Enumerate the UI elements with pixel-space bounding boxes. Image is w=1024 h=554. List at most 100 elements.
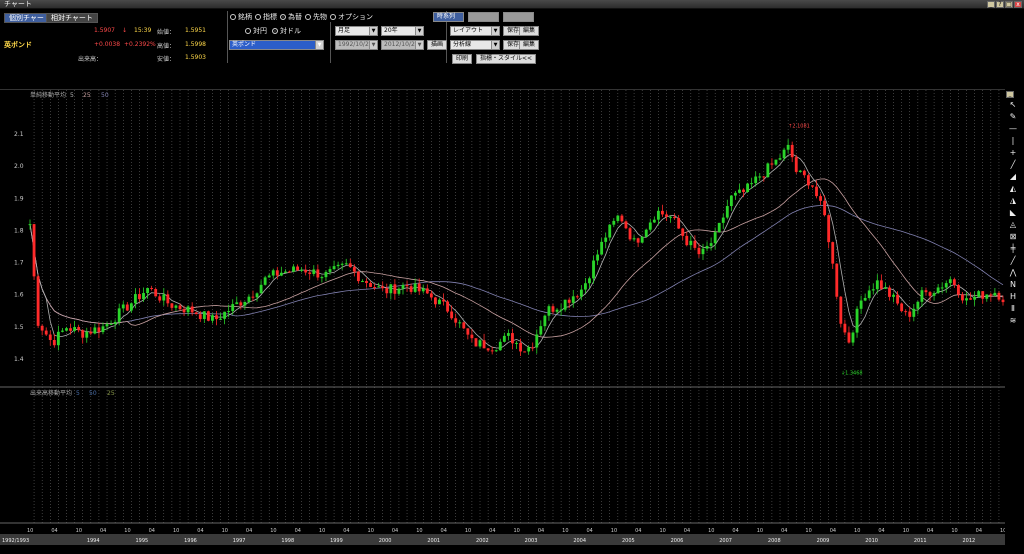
candle-body <box>413 283 417 292</box>
radio-dot-selected <box>272 28 278 34</box>
radio-futures[interactable]: 先物 <box>305 12 327 22</box>
candle-body <box>142 293 145 300</box>
candle-body <box>677 218 681 229</box>
radio-label: 先物 <box>313 13 327 21</box>
channel-icon[interactable]: ◢ <box>1007 172 1019 182</box>
candle-body <box>324 271 328 278</box>
analysis-select[interactable]: 分析線 ▼ <box>450 40 500 50</box>
chevron-down-icon: ▼ <box>491 27 499 35</box>
candlestick-chart[interactable]: 2.1 2.0 1.9 1.8 1.7 1.6 1.5 1.4 ↑2.1081 ↓1.3468 単純… <box>0 90 1006 545</box>
candle-body <box>515 342 518 344</box>
main-legend-item: 5 <box>70 92 74 99</box>
period-icon[interactable]: H <box>1007 292 1019 302</box>
cycle-icon[interactable]: Ⅱ <box>1007 304 1019 314</box>
settings-icon[interactable]: ≋ <box>1007 316 1019 326</box>
x-month-tick: 04 <box>538 528 544 534</box>
candle-body <box>332 266 336 270</box>
candle-body <box>758 176 762 178</box>
zigzag-icon[interactable]: ⋀ <box>1007 268 1019 278</box>
trendline-icon[interactable]: ╱ <box>1007 160 1019 170</box>
analysis-edit-button[interactable]: 編集 <box>519 40 540 50</box>
candle-body <box>271 270 275 276</box>
candle-body <box>863 297 867 301</box>
period-unit-select[interactable]: 月足 ▼ <box>335 26 378 36</box>
candle-body <box>506 333 510 336</box>
n-wave-icon[interactable]: N <box>1007 280 1019 290</box>
candle-body <box>600 241 604 255</box>
price-direction: ↓ <box>122 27 128 34</box>
main-legend-item: 25 <box>83 92 91 99</box>
help-button[interactable]: ? <box>996 1 1004 8</box>
radio-vs-dollar[interactable]: 対ドル <box>272 26 301 36</box>
tab-relative-chart[interactable]: 相対チャート <box>46 13 98 23</box>
draw-button[interactable]: 描画 <box>427 40 448 50</box>
date-to-select[interactable]: 2012/10/24 ▼ <box>381 40 424 50</box>
fan-icon[interactable]: ◮ <box>1007 196 1019 206</box>
indicator-style-button[interactable]: 指標・スタイル<< <box>476 54 537 64</box>
pitchfork-icon[interactable]: ◣ <box>1007 208 1019 218</box>
candle-body <box>608 224 612 238</box>
crosshair-icon[interactable]: + <box>1007 148 1019 158</box>
horizontal-line-icon[interactable]: — <box>1007 124 1019 134</box>
currency-select[interactable]: 英ポンド ▼ <box>229 40 324 50</box>
radio-vs-yen[interactable]: 対円 <box>245 26 267 36</box>
vertical-line-icon[interactable]: | <box>1007 136 1019 146</box>
layout-select[interactable]: レイアウト ▼ <box>450 26 500 36</box>
eraser-icon[interactable]: ✎ <box>1007 112 1019 122</box>
radio-forex[interactable]: 為替 <box>280 12 302 22</box>
candle-body <box>231 304 235 312</box>
wave-icon[interactable]: ╪ <box>1007 244 1019 254</box>
cursor-icon[interactable]: ↖ <box>1007 100 1019 110</box>
candle-body <box>802 170 806 176</box>
chart-area[interactable]: 2.1 2.0 1.9 1.8 1.7 1.6 1.5 1.4 ↑2.1081 ↓1.3468 単純… <box>0 89 1006 545</box>
candle-body <box>539 326 543 335</box>
radio-index[interactable]: 指標 <box>255 12 277 22</box>
candle-body <box>486 348 490 351</box>
timeseries-button[interactable]: 時系列 <box>433 12 464 22</box>
candle-body <box>105 324 109 327</box>
candle-body <box>555 309 559 312</box>
ray-icon[interactable]: ╱ <box>1007 256 1019 266</box>
candle-body <box>243 301 247 306</box>
period-range-select[interactable]: 20年 ▼ <box>381 26 424 36</box>
candle-body <box>154 289 158 297</box>
fibonacci-icon[interactable]: ◭ <box>1007 184 1019 194</box>
candle-body <box>275 270 279 276</box>
candle-body <box>551 306 555 312</box>
candle-body <box>373 286 377 288</box>
toolbar-button-2[interactable] <box>468 12 499 22</box>
volume-legend-item: 5 <box>76 390 80 397</box>
candle-body <box>823 200 827 216</box>
candle-body <box>490 350 494 352</box>
layout-edit-button[interactable]: 編集 <box>519 26 540 36</box>
candle-body <box>709 243 713 246</box>
x-month-tick: 10 <box>368 528 374 534</box>
candle-body <box>312 269 316 274</box>
date-from-select[interactable]: 1992/10/24 ▼ <box>335 40 378 50</box>
toolbar-button-3[interactable] <box>503 12 534 22</box>
candle-body <box>969 298 972 300</box>
candle-body <box>961 294 964 301</box>
candle-body <box>421 288 425 292</box>
arc-icon[interactable]: ◬ <box>1007 220 1019 230</box>
print-button[interactable]: 印刷 <box>452 54 473 64</box>
radio-dot <box>305 14 311 20</box>
x-month-tick: 04 <box>197 528 203 534</box>
candle-body <box>944 283 948 288</box>
radio-stock[interactable]: 銘柄 <box>230 12 252 22</box>
close-button[interactable]: x <box>1014 1 1022 8</box>
maximize-button[interactable]: □ <box>1005 1 1013 8</box>
candle-body <box>798 170 802 172</box>
candle-body <box>389 284 393 294</box>
candle-body <box>685 235 689 246</box>
x-month-tick: 10 <box>854 528 860 534</box>
candle-body <box>482 340 486 349</box>
radio-options[interactable]: オプション <box>330 12 373 22</box>
candle-body <box>352 267 356 272</box>
divider <box>227 11 228 63</box>
panel-minimize-button[interactable]: _ <box>1006 91 1014 98</box>
gann-icon[interactable]: ⊠ <box>1007 232 1019 242</box>
candle-body <box>466 328 470 335</box>
minimize-button[interactable]: _ <box>987 1 995 8</box>
candle-body <box>547 306 551 316</box>
